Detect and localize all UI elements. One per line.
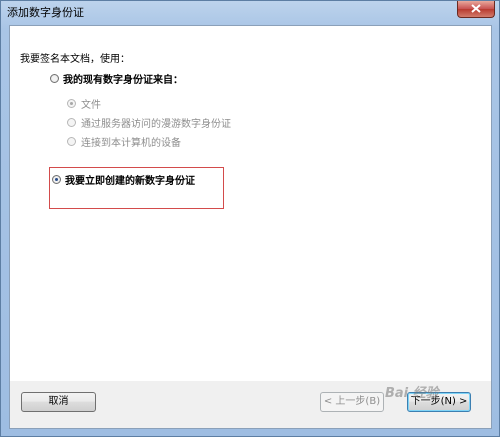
sub-option-file-label[interactable]: 文件: [81, 96, 101, 111]
close-icon: [471, 4, 481, 13]
radio-new-certificate[interactable]: [52, 175, 61, 184]
cancel-button[interactable]: 取消: [21, 392, 96, 412]
sub-option-device-label[interactable]: 连接到本计算机的设备: [81, 134, 181, 149]
watermark: Bai 经验: [385, 386, 439, 401]
radio-file[interactable]: [67, 99, 76, 108]
dialog-content: 我要签名本文档，使用： 我的现有数字身份证来自： 文件 通过服务器访问的漫游数字…: [9, 25, 492, 429]
prompt-text: 我要签名本文档，使用：: [20, 54, 130, 65]
option-new-label[interactable]: 我要立即创建的新数字身份证: [65, 172, 195, 187]
title-bar[interactable]: 添加数字身份证: [1, 1, 499, 23]
sub-option-roaming-label[interactable]: 通过服务器访问的漫游数字身份证: [81, 115, 231, 130]
radio-device[interactable]: [67, 137, 76, 146]
dialog-window: 添加数字身份证 我要签名本文档，使用： 我的现有数字身份证来自： 文件 通过服务…: [0, 0, 500, 437]
window-title: 添加数字身份证: [7, 6, 84, 19]
close-button[interactable]: [457, 1, 495, 18]
option-existing-label[interactable]: 我的现有数字身份证来自：: [63, 71, 183, 86]
back-button[interactable]: < 上一步(B): [320, 392, 384, 412]
radio-roaming-certificate[interactable]: [67, 118, 76, 127]
radio-existing-certificate[interactable]: [50, 74, 59, 83]
